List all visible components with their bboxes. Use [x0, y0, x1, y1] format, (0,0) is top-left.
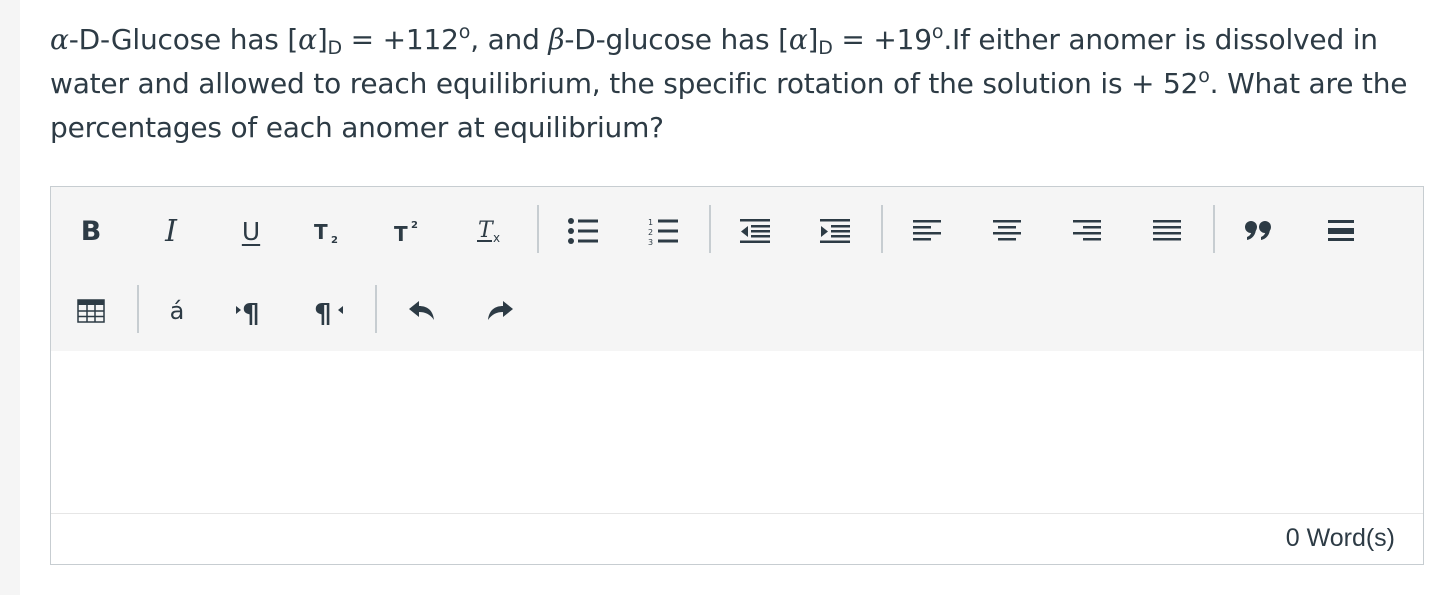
question-text: α-D-Glucose has [α]D = +112o, and β-D-gl…	[50, 21, 1408, 145]
bold-icon: B	[80, 215, 102, 247]
redo-button[interactable]	[479, 289, 523, 333]
svg-text:2: 2	[331, 235, 338, 244]
align-justify-button[interactable]	[1145, 209, 1189, 253]
left-rail	[0, 0, 20, 595]
bullet-list-icon	[568, 218, 598, 244]
word-count: 0 Word(s)	[1285, 524, 1395, 552]
editor-toolbar: B I U T2 T2 Tx 123 á ¶ ¶	[51, 187, 1423, 352]
svg-text:¶: ¶	[314, 297, 332, 325]
align-left-button[interactable]	[905, 209, 949, 253]
bold-button[interactable]: B	[69, 209, 113, 253]
toolbar-separator	[537, 205, 539, 253]
ltr-button[interactable]: ¶	[229, 289, 273, 333]
outdent-button[interactable]	[733, 209, 777, 253]
ltr-icon: ¶	[236, 297, 260, 325]
editor-statusbar: 0 Word(s)	[51, 513, 1423, 564]
redo-icon	[488, 301, 513, 320]
numbered-list-button[interactable]: 123	[641, 209, 685, 253]
toolbar-separator	[375, 285, 377, 333]
rtl-button[interactable]: ¶	[307, 289, 351, 333]
svg-text:T: T	[394, 222, 408, 244]
svg-text:x: x	[493, 231, 500, 245]
svg-text:2: 2	[411, 220, 418, 231]
align-right-button[interactable]	[1065, 209, 1109, 253]
special-char-icon: á	[169, 297, 185, 325]
underline-icon: U	[241, 216, 261, 246]
align-right-icon	[1073, 220, 1101, 241]
table-icon	[77, 299, 105, 323]
svg-text:¶: ¶	[242, 297, 260, 325]
toolbar-separator	[709, 205, 711, 253]
superscript-button[interactable]: T2	[386, 209, 430, 253]
svg-text:3: 3	[648, 238, 653, 245]
bullet-list-button[interactable]	[561, 209, 605, 253]
clear-formatting-button[interactable]: Tx	[469, 209, 513, 253]
subscript-icon: T2	[314, 220, 338, 244]
blockquote-icon	[1245, 221, 1271, 240]
underline-button[interactable]: U	[229, 209, 273, 253]
rtl-icon: ¶	[314, 297, 343, 325]
align-justify-icon	[1153, 220, 1181, 241]
italic-button[interactable]: I	[149, 209, 193, 253]
clear-formatting-icon: Tx	[477, 218, 500, 245]
indent-button[interactable]	[813, 209, 857, 253]
toolbar-separator	[1213, 205, 1215, 253]
horizontal-rule-button[interactable]	[1319, 209, 1363, 253]
align-left-icon	[913, 220, 941, 241]
special-char-button[interactable]: á	[155, 289, 199, 333]
svg-text:T: T	[314, 220, 328, 244]
blockquote-button[interactable]	[1237, 209, 1281, 253]
superscript-icon: T2	[394, 220, 418, 244]
svg-text:1: 1	[648, 218, 653, 227]
undo-icon	[409, 301, 434, 320]
svg-text:2: 2	[648, 228, 653, 237]
beta-symbol: β	[548, 23, 565, 56]
align-center-icon	[993, 220, 1021, 241]
horizontal-rule-icon	[1328, 220, 1354, 241]
alpha-symbol: α	[50, 23, 69, 56]
toolbar-separator	[881, 205, 883, 253]
numbered-list-icon: 123	[648, 218, 678, 245]
outdent-icon	[740, 219, 770, 243]
table-button[interactable]	[69, 289, 113, 333]
rich-text-editor: B I U T2 T2 Tx 123 á ¶ ¶ 0 Word(s)	[50, 186, 1424, 565]
italic-icon: I	[165, 213, 177, 249]
editor-content-area[interactable]	[51, 351, 1423, 514]
align-center-button[interactable]	[985, 209, 1029, 253]
indent-icon	[820, 219, 850, 243]
subscript-button[interactable]: T2	[306, 209, 350, 253]
toolbar-separator	[137, 285, 139, 333]
undo-button[interactable]	[399, 289, 443, 333]
